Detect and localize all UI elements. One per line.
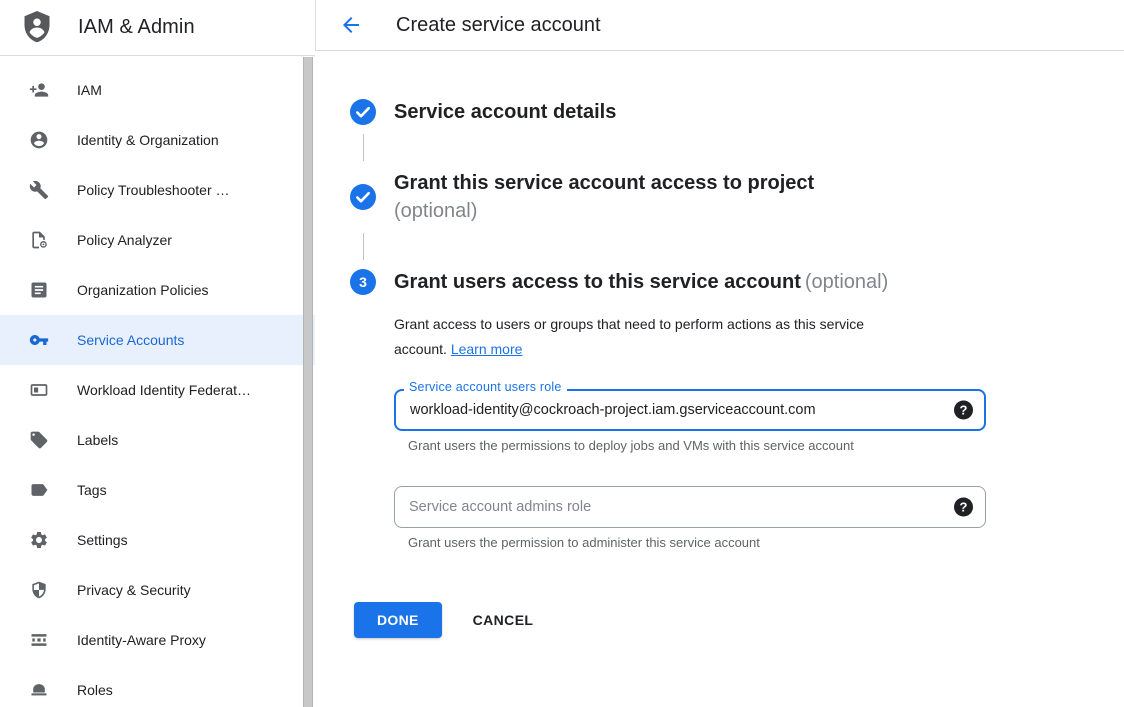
sidebar-item-workload-identity-federation[interactable]: Workload Identity Federat…: [0, 365, 315, 415]
hat-icon: [29, 680, 49, 700]
sidebar-item-roles[interactable]: Roles: [0, 665, 315, 707]
step-connector: [363, 233, 364, 260]
step-1-service-account-details[interactable]: Service account details: [350, 98, 1124, 126]
key-icon: [29, 330, 49, 350]
sidebar-item-identity-organization[interactable]: Identity & Organization: [0, 115, 315, 165]
iam-shield-icon: [22, 11, 52, 44]
page-header: Create service account: [315, 0, 1124, 51]
sidebar-item-label: Identity & Organization: [77, 132, 219, 148]
product-title: IAM & Admin: [78, 16, 195, 39]
wizard-actions: DONE CANCEL: [354, 602, 1124, 638]
sidebar-item-label: Tags: [77, 482, 107, 498]
step-1-title: Service account details: [394, 98, 616, 126]
sidebar-item-settings[interactable]: Settings: [0, 515, 315, 565]
step-3-number-badge: 3: [350, 269, 376, 295]
learn-more-link[interactable]: Learn more: [451, 341, 523, 357]
done-button[interactable]: DONE: [354, 602, 442, 638]
sidebar-item-label: Organization Policies: [77, 282, 209, 298]
help-icon[interactable]: ?: [954, 401, 973, 420]
main-panel: Create service account Service account d…: [315, 0, 1124, 707]
sidebar-item-label: Identity-Aware Proxy: [77, 632, 206, 648]
sidebar-item-label: Policy Troubleshooter …: [77, 182, 230, 198]
step-2-optional-label: (optional): [394, 197, 814, 225]
sidebar-item-policy-analyzer[interactable]: Policy Analyzer: [0, 215, 315, 265]
label-arrow-icon: [29, 480, 49, 500]
article-icon: [29, 280, 49, 300]
sidebar-item-privacy-security[interactable]: Privacy & Security: [0, 565, 315, 615]
admins-role-helper-text: Grant users the permission to administer…: [408, 535, 986, 550]
sidebar-item-tags[interactable]: Tags: [0, 465, 315, 515]
sidebar-item-service-accounts[interactable]: Service Accounts: [0, 315, 315, 365]
admins-role-field-wrapper: ?: [394, 486, 986, 528]
account-circle-icon: [29, 130, 49, 150]
sidebar-item-label: Roles: [77, 682, 113, 698]
shield-half-icon: [29, 580, 49, 600]
proxy-strip-icon: [29, 630, 49, 650]
sidebar-item-label: Privacy & Security: [77, 582, 191, 598]
step-2-title: Grant this service account access to pro…: [394, 169, 814, 225]
users-role-helper-text: Grant users the permissions to deploy jo…: [408, 438, 986, 453]
sidebar-item-organization-policies[interactable]: Organization Policies: [0, 265, 315, 315]
step-3-optional-label: (optional): [805, 271, 888, 293]
sidebar-item-label: Labels: [77, 432, 118, 448]
users-role-field-label: Service account users role: [404, 380, 567, 394]
role-fields: Service account users role ? Grant users…: [394, 389, 986, 550]
sidebar-item-label: IAM: [77, 82, 102, 98]
admins-role-input[interactable]: [394, 486, 986, 528]
sidebar-item-labels[interactable]: Labels: [0, 415, 315, 465]
back-button[interactable]: [339, 13, 363, 37]
document-gear-icon: [29, 230, 49, 250]
step-3-description: Grant access to users or groups that nee…: [394, 312, 916, 362]
sidebar-item-label: Policy Analyzer: [77, 232, 172, 248]
wrench-icon: [29, 180, 49, 200]
users-role-input[interactable]: [394, 389, 986, 431]
sidebar-header: IAM & Admin: [0, 0, 315, 56]
sidebar-item-label: Workload Identity Federat…: [77, 382, 251, 398]
users-role-field-wrapper: Service account users role ?: [394, 389, 986, 431]
sidebar-nav: IAM Identity & Organization Policy Troub…: [0, 56, 315, 707]
step-2-check-icon: [350, 184, 376, 210]
sidebar-item-identity-aware-proxy[interactable]: Identity-Aware Proxy: [0, 615, 315, 665]
step-3-title: Grant users access to this service accou…: [394, 268, 888, 296]
sidebar-item-iam[interactable]: IAM: [0, 65, 315, 115]
cancel-button[interactable]: CANCEL: [473, 612, 534, 628]
sidebar-item-label: Settings: [77, 532, 128, 548]
tag-icon: [29, 430, 49, 450]
step-2-grant-access-to-project[interactable]: Grant this service account access to pro…: [350, 169, 1124, 225]
badge-card-icon: [29, 380, 49, 400]
step-connector: [363, 134, 364, 161]
wizard-content: Service account details Grant this servi…: [315, 51, 1124, 638]
help-icon[interactable]: ?: [954, 498, 973, 517]
sidebar-item-label: Service Accounts: [77, 332, 184, 348]
step-3-body: Grant access to users or groups that nee…: [394, 312, 1124, 638]
step-1-check-icon: [350, 99, 376, 125]
sidebar-item-policy-troubleshooter[interactable]: Policy Troubleshooter …: [0, 165, 315, 215]
sidebar-scrollbar-thumb[interactable]: [303, 57, 313, 707]
gear-icon: [29, 530, 49, 550]
back-arrow-icon: [339, 13, 363, 37]
sidebar: IAM & Admin IAM Identity & Organization …: [0, 0, 315, 707]
page-title: Create service account: [396, 14, 601, 37]
person-add-icon: [29, 80, 49, 100]
step-3-grant-users-access[interactable]: 3 Grant users access to this service acc…: [350, 268, 1124, 296]
